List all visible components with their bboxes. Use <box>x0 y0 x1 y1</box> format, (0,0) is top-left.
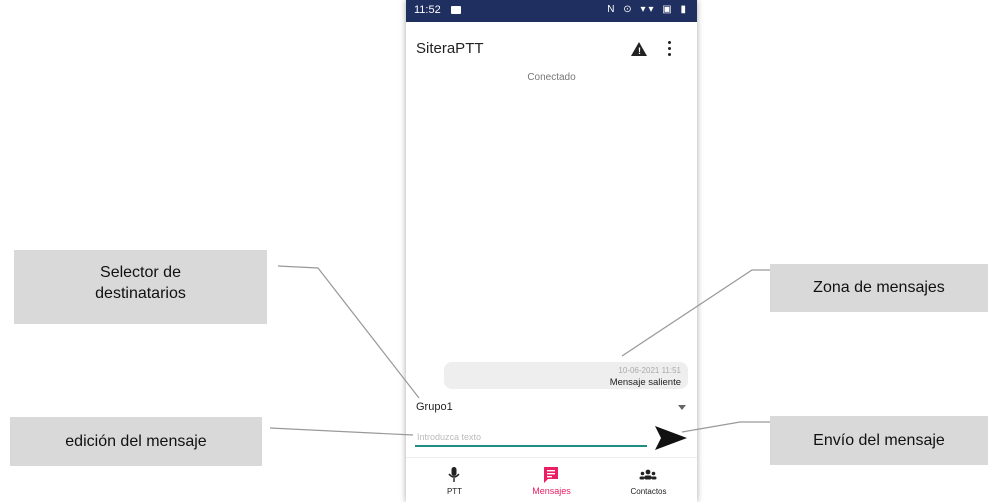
connector-message-zone <box>621 269 770 357</box>
connector-send-message <box>681 421 770 433</box>
callout-connector-lines <box>269 265 770 436</box>
connector-recipient-selector <box>277 265 420 399</box>
connector-message-edit <box>269 427 414 436</box>
